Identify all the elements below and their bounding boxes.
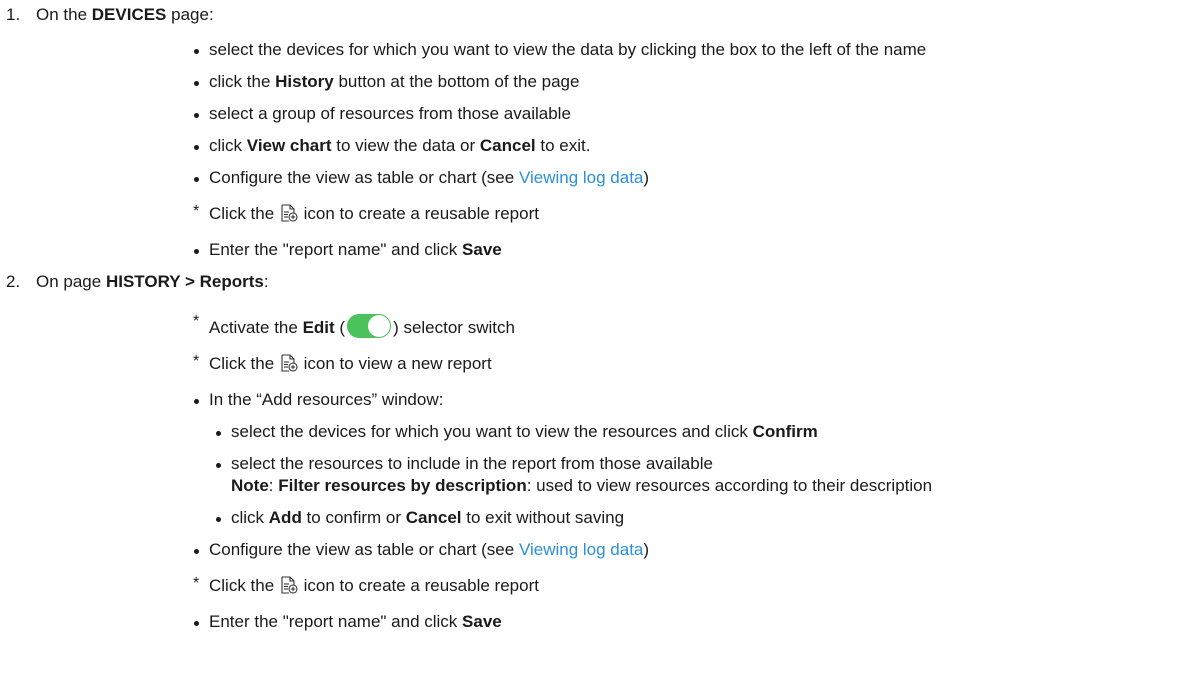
confirm-ref: Confirm [752,422,818,441]
step-1-bullet-history: click the History button at the bottom o… [193,72,580,91]
step-2-bullet-view-new-report: Click the icon to view a new report [193,353,492,374]
note-label: Note [231,476,269,495]
step-1: 1. On the DEVICES page: [6,5,214,24]
step-2: 2. On page HISTORY > Reports: [6,272,269,291]
step-2-subbullet-select-resources: select the resources to include in the r… [216,454,713,473]
page-devices: DEVICES [91,5,167,24]
step-2-bullet-activate-edit: Activate the Edit () selector switch [193,313,515,338]
step-2-bullet-save: Enter the "report name" and click Save [194,612,502,631]
step-2-subbullet-confirm: select the devices for which you want to… [216,422,818,441]
cancel-ref: Cancel [479,136,536,155]
step-1-bullet-create-report: Click the icon to create a reusable repo… [193,203,539,224]
step-1-bullet-configure-view: Configure the view as table or chart (se… [193,168,650,187]
save-ref: Save [462,612,502,631]
step-2-bullet-add-resources-window: In the “Add resources” window: [193,390,444,409]
step-2-subbullet-add-cancel: click Add to confirm or Cancel to exit w… [215,508,625,527]
add-ref: Add [268,508,302,527]
report-add-icon [280,354,298,372]
step-2-number: 2. [6,272,21,291]
cancel-ref: Cancel [405,508,462,527]
edit-ref: Edit [302,318,335,337]
step-1-bullet-save: Enter the "report name" and click Save [194,240,502,259]
save-ref: Save [462,240,502,259]
view-chart-ref: View chart [246,136,332,155]
history-button-ref: History [275,72,334,91]
viewing-log-data-link[interactable]: Viewing log data [519,540,643,559]
viewing-log-data-link[interactable]: Viewing log data [519,168,643,187]
report-add-icon [280,204,298,222]
page-history-reports: HISTORY > Reports [105,272,264,291]
step-1-bullet-select-devices: select the devices for which you want to… [193,40,927,59]
step-2-bullet-configure-view: Configure the view as table or chart (se… [193,540,650,559]
report-add-icon [280,576,298,594]
step-1-number: 1. [6,5,21,24]
step-2-bullet-create-report: Click the icon to create a reusable repo… [193,575,539,596]
edit-toggle-switch[interactable] [347,314,392,338]
step-1-bullet-view-chart: click View chart to view the data or Can… [193,136,591,155]
step-1-bullet-select-resources: select a group of resources from those a… [194,104,571,123]
filter-resources-ref: Filter resources by description [278,476,527,495]
step-2-note: Note: Filter resources by description: u… [231,476,933,495]
